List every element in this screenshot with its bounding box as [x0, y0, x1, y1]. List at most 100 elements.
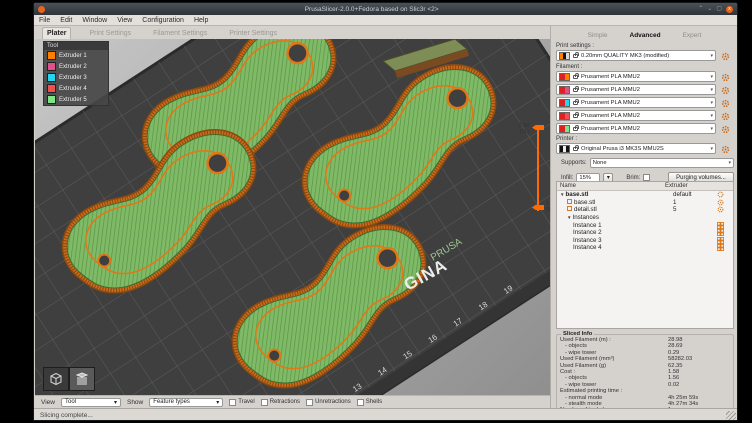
checkbox-icon[interactable]: [357, 399, 364, 406]
printer-label: Printer :: [556, 136, 577, 142]
chevron-down-icon: ▾: [710, 100, 713, 106]
print-settings-label: Print settings :: [556, 43, 594, 49]
filament1-gear-icon[interactable]: [721, 73, 730, 82]
settings-panel: Simple Advanced Expert Print settings : …: [550, 26, 738, 408]
filament-select-3[interactable]: Prusament PLA MMU2 ▾: [556, 97, 716, 108]
legend-item: Extruder 2: [44, 61, 108, 72]
menu-edit[interactable]: Edit: [60, 17, 72, 24]
expander-icon[interactable]: ▼: [567, 215, 571, 220]
filament-select-1[interactable]: Prusament PLA MMU2 ▾: [556, 71, 716, 82]
filament-select-5[interactable]: Prusament PLA MMU2 ▾: [556, 123, 716, 134]
legend-item: Extruder 5: [44, 94, 108, 105]
layer-slider[interactable]: [537, 127, 539, 211]
lock-icon: [573, 88, 578, 92]
viewport-3d[interactable]: 13 14 15 16 17 18 19: [35, 39, 550, 395]
menu-help[interactable]: Help: [194, 17, 208, 24]
chevron-down-icon: ▾: [728, 160, 731, 166]
filament-swatch: [559, 112, 570, 120]
status-bar: Slicing complete...: [34, 408, 737, 421]
window-title: PrusaSlicer-2.0.0+Fedora based on Slic3r…: [45, 6, 698, 13]
lock-icon: [573, 114, 578, 118]
shells-checkbox[interactable]: Shells: [357, 399, 382, 406]
gear-icon[interactable]: [717, 206, 724, 213]
extruder2-swatch: [47, 62, 56, 71]
tab-filament-settings[interactable]: Filament Settings: [149, 28, 211, 39]
filament2-gear-icon[interactable]: [721, 86, 730, 95]
tab-print-settings[interactable]: Print Settings: [85, 28, 135, 39]
show-select[interactable]: Feature types▾: [149, 398, 223, 407]
expander-icon[interactable]: ▼: [560, 192, 564, 197]
printer-gear-icon[interactable]: [721, 145, 730, 154]
menu-file[interactable]: File: [39, 17, 50, 24]
maximize-icon[interactable]: ▢: [716, 6, 722, 13]
filament3-gear-icon[interactable]: [721, 99, 730, 108]
filament4-gear-icon[interactable]: [721, 112, 730, 121]
filament-label: Filament :: [556, 64, 582, 70]
menu-configuration[interactable]: Configuration: [142, 17, 184, 24]
part-icon: [567, 206, 572, 211]
instances-group-row[interactable]: ▼Instances: [557, 214, 733, 222]
editor-view-button[interactable]: [43, 367, 69, 391]
window-controls[interactable]: ⌃ ⌄ ▢ x: [698, 6, 733, 13]
instance-row-4[interactable]: Instance 4: [557, 244, 733, 252]
retractions-checkbox[interactable]: Retractions: [261, 399, 300, 406]
instance-row-3[interactable]: Instance 3: [557, 237, 733, 245]
sliced-info: Sliced Info Used Filament (m) :28.98 - o…: [556, 334, 734, 418]
minimize-icon[interactable]: ⌄: [707, 6, 712, 13]
mode-simple[interactable]: Simple: [588, 32, 608, 39]
object-row-base[interactable]: ▼base.stl default: [557, 191, 733, 199]
object-list: Name Extruder ▼base.stl default base.stl…: [556, 181, 734, 329]
lock-icon: [573, 147, 578, 151]
travel-checkbox[interactable]: Travel: [229, 399, 254, 406]
chevron-down-icon: ▾: [710, 87, 713, 93]
legend-item: Extruder 1: [44, 50, 108, 61]
filament5-gear-icon[interactable]: [721, 125, 730, 134]
unretractions-checkbox[interactable]: Unretractions: [306, 399, 351, 406]
lock-icon: [573, 127, 578, 131]
object-settings-icon[interactable]: [717, 191, 724, 198]
tool-legend: Tool Extruder 1 Extruder 2 Extruder 3 Ex…: [43, 41, 109, 106]
mode-advanced[interactable]: Advanced: [630, 32, 661, 39]
printer-select[interactable]: Original Prusa i3 MK3S MMU2S ▾: [556, 143, 716, 154]
checkbox-icon[interactable]: [261, 399, 268, 406]
brim-checkbox[interactable]: [643, 174, 650, 181]
layers-icon: [74, 371, 90, 387]
menu-view[interactable]: View: [117, 17, 132, 24]
print-settings-gear-icon[interactable]: [721, 52, 730, 61]
sliced-info-title: Sliced Info: [561, 331, 594, 337]
instance-row-1[interactable]: Instance 1: [557, 221, 733, 229]
tab-plater[interactable]: Plater: [42, 27, 71, 39]
resize-grip[interactable]: [726, 411, 736, 421]
preview-view-button[interactable]: [69, 367, 95, 391]
infill-label: Infill:: [561, 175, 573, 181]
shade-icon[interactable]: ⌃: [698, 6, 703, 13]
filament-select-4[interactable]: Prusament PLA MMU2 ▾: [556, 110, 716, 121]
close-icon[interactable]: x: [726, 6, 733, 13]
print-settings-select[interactable]: 0.20mm QUALITY MK3 (modified) ▾: [556, 50, 716, 61]
legend-item: Extruder 4: [44, 83, 108, 94]
supports-select[interactable]: None ▾: [590, 158, 734, 168]
gear-icon[interactable]: [717, 199, 724, 206]
part-row-detail[interactable]: detail.stl 5: [557, 206, 733, 214]
chevron-down-icon: ▾: [710, 74, 713, 80]
extruder3-swatch: [47, 73, 56, 82]
mode-expert[interactable]: Expert: [683, 32, 702, 39]
menu-window[interactable]: Window: [82, 17, 107, 24]
instance-row-2[interactable]: Instance 2: [557, 229, 733, 237]
export-gcode-button[interactable]: Export G-code: [556, 420, 734, 421]
lock-icon: [573, 54, 578, 58]
status-text: Slicing complete...: [40, 412, 93, 419]
filament-select-2[interactable]: Prusament PLA MMU2 ▾: [556, 84, 716, 95]
show-label: Show: [127, 399, 143, 406]
view-select[interactable]: Tool▾: [61, 398, 121, 407]
slider-top-label: 2.30(11): [507, 123, 529, 135]
checkbox-icon[interactable]: [229, 399, 236, 406]
title-bar[interactable]: PrusaSlicer-2.0.0+Fedora based on Slic3r…: [34, 3, 737, 15]
object-list-header: Name Extruder: [557, 182, 733, 191]
extruder5-swatch: [47, 95, 56, 104]
checkbox-icon[interactable]: [306, 399, 313, 406]
extruder1-swatch: [47, 51, 56, 60]
app-icon: [38, 6, 45, 13]
part-row-base[interactable]: base.stl 1: [557, 199, 733, 207]
tab-printer-settings[interactable]: Printer Settings: [225, 28, 281, 39]
